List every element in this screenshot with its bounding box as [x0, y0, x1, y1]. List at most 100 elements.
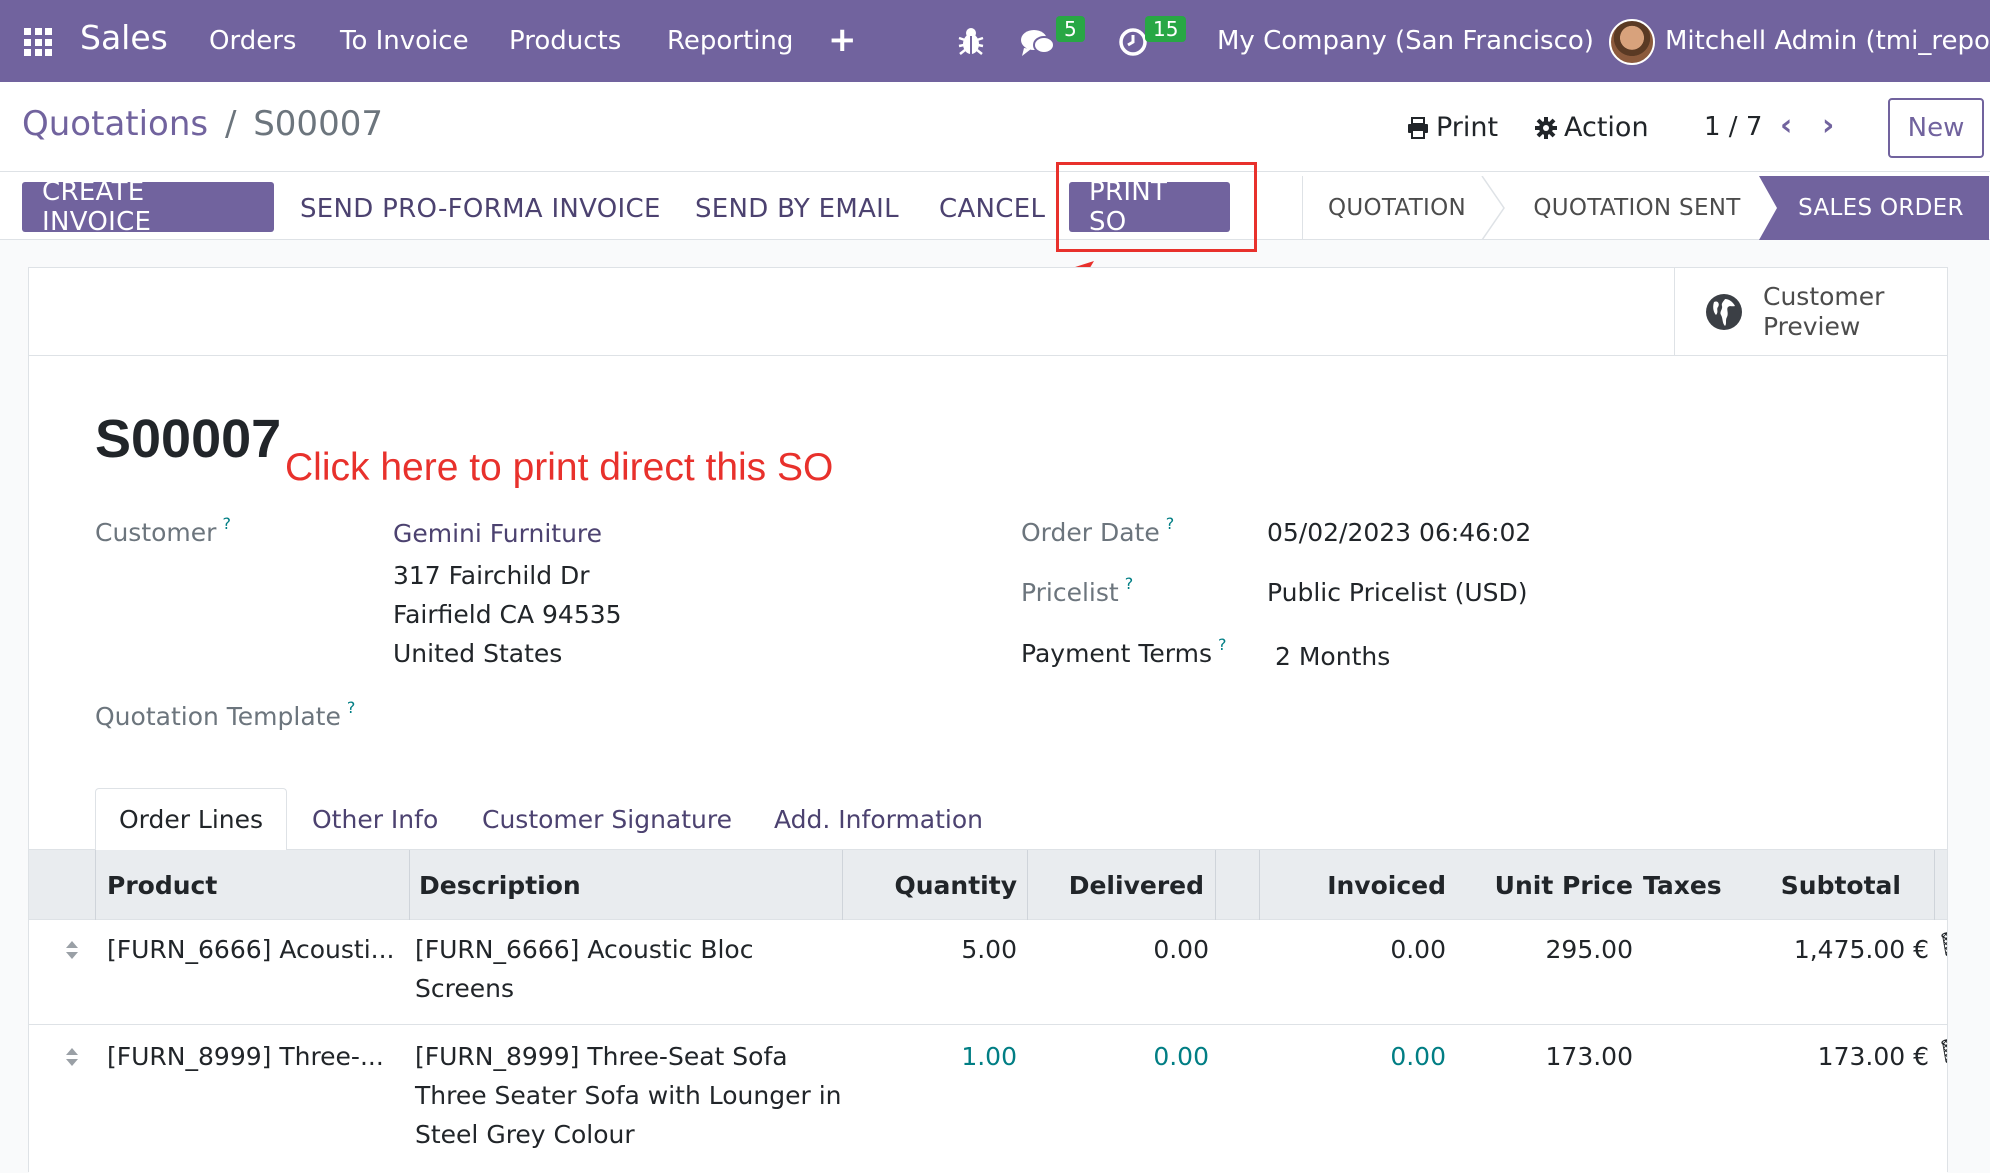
row-delivered[interactable]: 0.00	[1034, 1037, 1209, 1076]
order-lines-table-header: Product Description Quantity Delivered I…	[29, 850, 1947, 920]
tab-order-lines[interactable]: Order Lines	[95, 788, 287, 851]
menu-orders[interactable]: Orders	[209, 26, 296, 56]
order-date-help-icon[interactable]: ?	[1166, 514, 1175, 533]
smart-button-box: Customer Preview	[29, 268, 1947, 356]
row-subtotal: 173.00 €	[1817, 1042, 1929, 1071]
payment-terms-label: Payment Terms?	[1021, 635, 1227, 668]
menu-reporting[interactable]: Reporting	[667, 26, 793, 56]
app-brand[interactable]: Sales	[80, 18, 168, 57]
stage-quotation[interactable]: QUOTATION	[1303, 176, 1491, 240]
delete-row-trash-icon[interactable]: 🗑	[1937, 930, 1947, 960]
row-unit-price[interactable]: 173.00	[1459, 1037, 1633, 1076]
print-menu-button[interactable]: Print	[1406, 112, 1498, 143]
delete-row-trash-icon[interactable]: 🗑	[1937, 1037, 1947, 1067]
order-date-value[interactable]: 05/02/2023 06:46:02	[1267, 518, 1531, 547]
activities-clock-icon[interactable]	[1118, 27, 1148, 61]
tab-customer-signature[interactable]: Customer Signature	[482, 788, 732, 850]
row-description-line2[interactable]: Screens	[415, 969, 514, 1008]
user-avatar[interactable]	[1609, 19, 1655, 65]
debug-bug-icon[interactable]	[957, 26, 985, 60]
quotation-template-field[interactable]	[393, 698, 913, 734]
row-description-line1[interactable]: [FURN_8999] Three-Seat Sofa	[415, 1037, 788, 1076]
user-menu[interactable]: Mitchell Admin (tmi_report)	[1665, 26, 1990, 56]
pager-next-icon[interactable]: ›	[1822, 108, 1834, 143]
row-description-line2[interactable]: Three Seater Sofa with Lounger in	[415, 1076, 842, 1115]
column-quantity[interactable]: Quantity	[849, 850, 1018, 920]
menu-to-invoice[interactable]: To Invoice	[340, 26, 469, 56]
company-switcher[interactable]: My Company (San Francisco)	[1217, 26, 1594, 56]
drag-handle-icon[interactable]	[65, 940, 79, 960]
row-product[interactable]: [FURN_6666] Acousti...	[107, 930, 395, 969]
pager-previous-icon[interactable]: ‹	[1780, 108, 1792, 143]
pricelist-value[interactable]: Public Pricelist (USD)	[1267, 578, 1528, 607]
create-invoice-button[interactable]: CREATE INVOICE	[22, 177, 274, 237]
status-stages: QUOTATION QUOTATION SENT SALES ORDER	[1302, 176, 1989, 240]
column-taxes[interactable]: Taxes	[1643, 850, 1722, 920]
print-label: Print	[1436, 112, 1499, 143]
column-invoiced[interactable]: Invoiced	[1269, 850, 1446, 920]
payment-terms-value[interactable]: 2 Months	[1275, 642, 1390, 671]
order-name-title: S00007	[95, 409, 282, 469]
breadcrumb-separator: /	[224, 104, 237, 144]
annotation-highlight-box	[1056, 162, 1257, 252]
row-description-line1[interactable]: [FURN_6666] Acoustic Bloc	[415, 930, 753, 969]
column-subtotal[interactable]: Subtotal	[1729, 850, 1901, 920]
payment-terms-help-icon[interactable]: ?	[1218, 635, 1227, 654]
quotation-template-label: Quotation Template?	[95, 698, 356, 731]
row-quantity[interactable]: 5.00	[849, 930, 1017, 969]
customer-label: Customer?	[95, 514, 231, 547]
customer-address-line2: Fairfield CA 94535	[393, 600, 622, 629]
row-delivered[interactable]: 0.00	[1034, 930, 1209, 969]
column-unit-price[interactable]: Unit Price	[1459, 850, 1633, 920]
action-label: Action	[1564, 112, 1649, 143]
action-menu-button[interactable]: Action	[1534, 112, 1649, 143]
customer-help-icon[interactable]: ?	[222, 514, 231, 533]
tab-add-information[interactable]: Add. Information	[774, 788, 983, 850]
customer-preview-button[interactable]: Customer Preview	[1674, 268, 1947, 356]
table-row[interactable]: [FURN_8999] Three-... [FURN_8999] Three-…	[29, 1025, 1947, 1173]
pricelist-help-icon[interactable]: ?	[1125, 574, 1134, 593]
gear-icon	[1535, 116, 1557, 139]
new-button[interactable]: New	[1888, 98, 1984, 158]
form-sheet: Customer Preview S00007 Click here to pr…	[28, 267, 1948, 1173]
row-invoiced[interactable]: 0.00	[1269, 1037, 1446, 1076]
breadcrumb: Quotations / S00007	[22, 104, 383, 144]
messages-chat-icon[interactable]	[1020, 28, 1056, 62]
pricelist-label: Pricelist?	[1021, 574, 1134, 607]
row-invoiced[interactable]: 0.00	[1269, 930, 1446, 969]
row-product[interactable]: [FURN_8999] Three-...	[107, 1037, 384, 1076]
messages-count-badge: 5	[1056, 16, 1085, 42]
tab-other-info[interactable]: Other Info	[312, 788, 438, 850]
stage-chevron-divider	[1481, 176, 1505, 240]
column-description[interactable]: Description	[419, 850, 581, 920]
row-unit-price[interactable]: 295.00	[1459, 930, 1633, 969]
cancel-button[interactable]: CANCEL	[939, 194, 1045, 224]
customer-name-link[interactable]: Gemini Furniture	[393, 519, 602, 548]
pager-value[interactable]: 1 / 7	[1704, 112, 1762, 142]
column-delivered[interactable]: Delivered	[1034, 850, 1204, 920]
control-panel: Quotations / S00007 Print Action 1 / 7 ‹…	[0, 82, 1990, 172]
top-navbar: Sales Orders To Invoice Products Reporti…	[0, 0, 1990, 82]
send-by-email-button[interactable]: SEND BY EMAIL	[695, 194, 899, 224]
row-quantity[interactable]: 1.00	[849, 1037, 1017, 1076]
template-help-icon[interactable]: ?	[347, 698, 356, 717]
activities-count-badge: 15	[1145, 16, 1187, 42]
breadcrumb-quotations-link[interactable]: Quotations	[22, 104, 208, 144]
customer-address-line3: United States	[393, 639, 563, 668]
send-proforma-invoice-button[interactable]: SEND PRO-FORMA INVOICE	[300, 194, 661, 224]
stage-quotation-sent[interactable]: QUOTATION SENT	[1491, 176, 1759, 240]
annotation-callout-text: Click here to print direct this SO	[285, 446, 834, 489]
table-row[interactable]: [FURN_6666] Acousti... [FURN_6666] Acous…	[29, 920, 1947, 1025]
menu-plus-icon[interactable]: +	[828, 20, 857, 60]
customer-preview-line2: Preview	[1763, 312, 1861, 341]
column-product[interactable]: Product	[107, 850, 217, 920]
menu-products[interactable]: Products	[509, 26, 621, 56]
stage-sales-order[interactable]: SALES ORDER	[1759, 176, 1989, 240]
globe-icon	[1706, 294, 1742, 330]
row-description-line3[interactable]: Steel Grey Colour	[415, 1115, 635, 1154]
app-menu-grid-icon[interactable]	[24, 28, 52, 56]
printer-icon	[1408, 116, 1428, 139]
drag-handle-icon[interactable]	[65, 1047, 79, 1067]
breadcrumb-current: S00007	[253, 104, 383, 144]
customer-preview-line1: Customer	[1763, 282, 1885, 311]
